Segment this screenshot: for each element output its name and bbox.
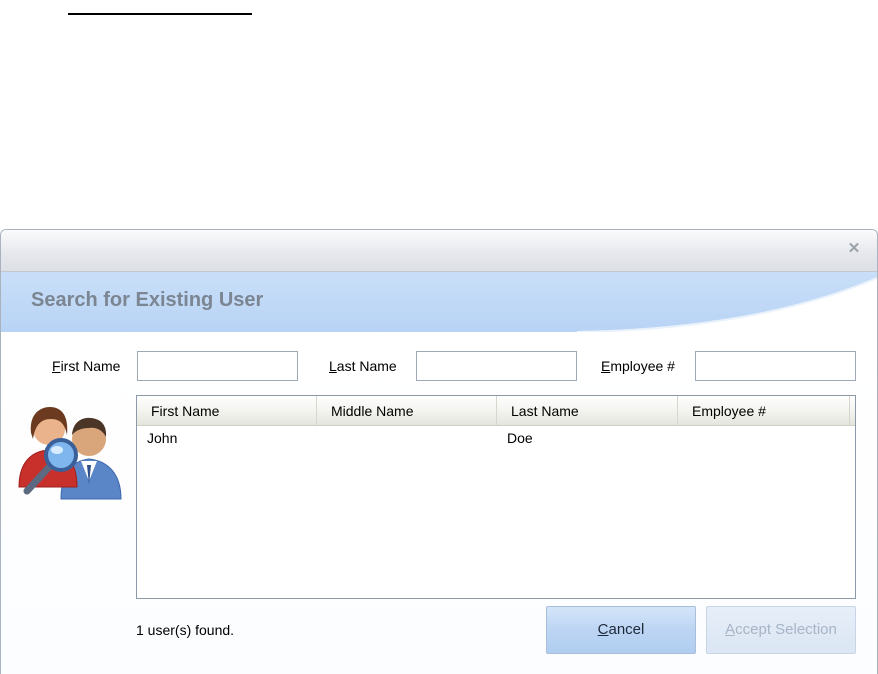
close-icon[interactable]: ✕ xyxy=(845,240,863,258)
first-name-label-rest: irst Name xyxy=(60,358,121,374)
first-name-label: First Name xyxy=(52,358,121,374)
column-header-last-name[interactable]: Last Name xyxy=(497,396,678,425)
users-grid: First Name Middle Name Last Name Employe… xyxy=(136,395,856,599)
title-bar: ✕ xyxy=(1,230,877,272)
cancel-button[interactable]: Cancel xyxy=(546,606,696,654)
employee-label-rest: mployee # xyxy=(610,358,675,374)
top-divider-line xyxy=(68,13,252,15)
cell-middle-name xyxy=(317,426,497,450)
first-name-input[interactable] xyxy=(137,351,298,381)
column-header-employee-number[interactable]: Employee # xyxy=(678,396,850,425)
banner-swoosh xyxy=(577,277,877,332)
employee-number-input[interactable] xyxy=(695,351,856,381)
dialog-heading: Search for Existing User xyxy=(31,289,264,311)
accept-label-rest: ccept Selection xyxy=(735,621,837,638)
column-header-middle-name[interactable]: Middle Name xyxy=(317,396,497,425)
search-user-dialog: ✕ Search for Existing User First Name La… xyxy=(0,229,878,674)
cell-employee-number xyxy=(678,426,850,450)
last-name-label: Last Name xyxy=(329,358,397,374)
grid-header: First Name Middle Name Last Name Employe… xyxy=(137,396,855,426)
last-name-input[interactable] xyxy=(416,351,577,381)
cell-last-name: Doe xyxy=(507,430,533,446)
dialog-body: First Name Last Name Employee # First Na… xyxy=(1,332,877,674)
last-name-label-rest: ast Name xyxy=(336,358,397,374)
table-row[interactable]: John Doe xyxy=(137,426,855,450)
users-search-icon xyxy=(18,407,122,500)
results-count-status: 1 user(s) found. xyxy=(136,622,235,638)
employee-number-label: Employee # xyxy=(601,358,675,374)
cancel-label-rest: ancel xyxy=(608,621,645,638)
cell-first-name: John xyxy=(147,430,178,446)
column-header-first-name[interactable]: First Name xyxy=(137,396,317,425)
accept-selection-button[interactable]: Accept Selection xyxy=(706,606,856,654)
header-banner: Search for Existing User xyxy=(1,272,877,332)
